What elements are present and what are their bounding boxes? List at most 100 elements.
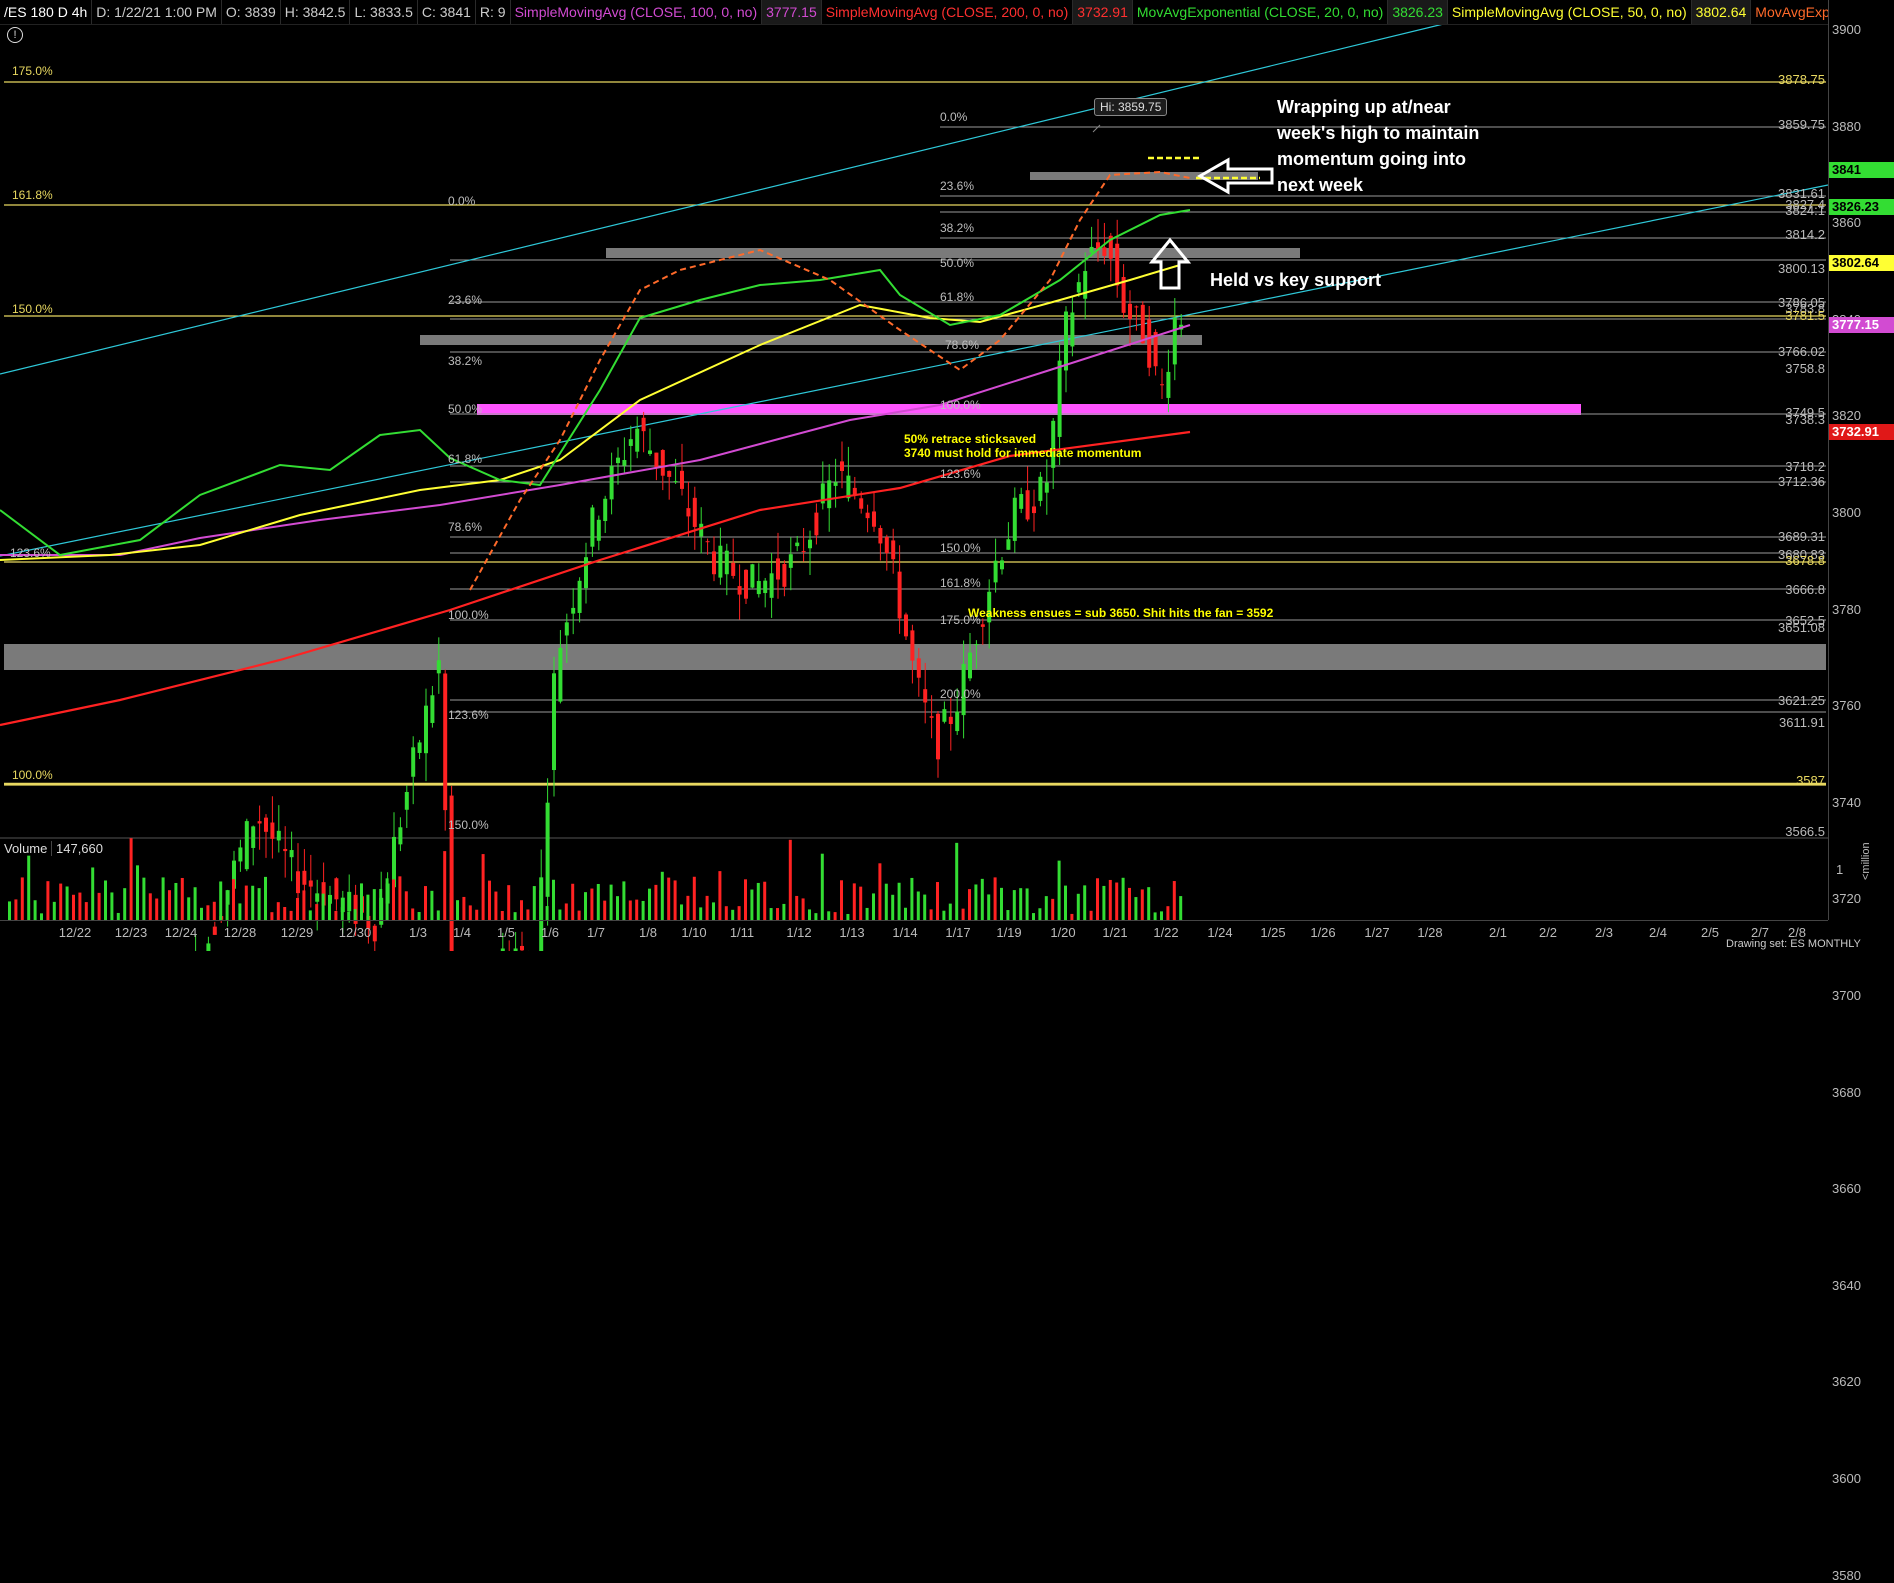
- study-sma100-label[interactable]: SimpleMovingAvg (CLOSE, 100, 0, no): [511, 0, 763, 24]
- candle-body: [782, 564, 787, 587]
- fib-left-label: 161.8%: [12, 188, 53, 202]
- candle-body: [840, 461, 844, 471]
- candle-body: [750, 564, 755, 588]
- study-sma50-value: 3802.64: [1691, 0, 1752, 24]
- volume-bar: [1153, 912, 1157, 920]
- volume-bar: [788, 839, 792, 920]
- bar-open: O: 3839: [222, 0, 281, 24]
- candle-body: [724, 550, 729, 575]
- candle-body: [648, 450, 652, 454]
- volume-bar: [347, 911, 351, 920]
- candle-body: [1172, 317, 1177, 365]
- candle-body: [904, 614, 908, 637]
- candle-body: [590, 507, 595, 547]
- sr-zone-3770: [420, 335, 1202, 345]
- time-tick-label: 1/24: [1207, 925, 1233, 940]
- ema8-line: [469, 170, 1191, 591]
- volume-bar: [782, 903, 786, 920]
- candle-body: [1134, 306, 1139, 308]
- candle-body: [289, 850, 294, 858]
- study-sma200-value: 3732.91: [1073, 0, 1133, 24]
- price-tag-sma50: 3802.64: [1829, 255, 1894, 271]
- price-axis[interactable]: [1828, 0, 1894, 920]
- volume-bar: [436, 910, 440, 920]
- volume-bar: [430, 890, 434, 920]
- volume-bar: [1096, 878, 1099, 920]
- annotation-wrap-line-2: week's high to maintain: [1277, 123, 1480, 143]
- volume-bar: [590, 888, 594, 920]
- volume-bar: [865, 907, 869, 920]
- volume-bar: [289, 910, 293, 920]
- symbol-label[interactable]: /ES 180 D 4h: [0, 0, 93, 24]
- volume-bar: [692, 876, 696, 920]
- volume-bar: [321, 893, 325, 920]
- candle-body: [244, 821, 249, 870]
- candle-body: [897, 571, 902, 619]
- candle-body: [923, 689, 928, 703]
- volume-bar: [1108, 879, 1112, 920]
- fib-mid-label: 150.0%: [448, 818, 489, 832]
- volume-bar: [385, 878, 389, 920]
- candle-body: [622, 460, 627, 466]
- candle-body: [878, 528, 883, 544]
- candle-body: [443, 673, 448, 811]
- volume-bar: [456, 900, 459, 920]
- volume-bar: [129, 838, 133, 920]
- candle-body: [769, 573, 774, 598]
- level-price-label: 3814.2: [1785, 227, 1825, 242]
- candle-body: [1044, 482, 1049, 493]
- price-tick-label: 3760: [1832, 698, 1861, 714]
- study-ema20-label[interactable]: MovAvgExponential (CLOSE, 20, 0, no): [1133, 0, 1389, 24]
- fib-mid-label: 0.0%: [448, 194, 476, 208]
- volume-bar: [820, 853, 824, 920]
- volume-bar: [673, 880, 677, 920]
- fib-right-label: 38.2%: [940, 221, 975, 235]
- study-ema8-label[interactable]: MovAvgExponential (CLOSE, 8, 0, no): [1751, 0, 1828, 24]
- volume-bar: [1140, 889, 1144, 920]
- level-price-label: 3651.08: [1778, 620, 1825, 635]
- volume-bar: [264, 876, 267, 920]
- volume-bar: [366, 894, 370, 920]
- annotation-wrap-line-3: momentum going into: [1277, 149, 1466, 169]
- volume-bar: [20, 877, 24, 920]
- candle-body: [1166, 371, 1171, 398]
- bar-close: C: 3841: [418, 0, 476, 24]
- candle-body: [916, 658, 921, 678]
- volume-bar: [705, 895, 709, 920]
- study-sma200-label[interactable]: SimpleMovingAvg (CLOSE, 200, 0, no): [822, 0, 1074, 24]
- annotation-wrap-line-4: next week: [1277, 175, 1364, 195]
- annotation-retrace-line-1: 50% retrace sticksaved: [904, 432, 1037, 446]
- candle-body: [603, 498, 608, 522]
- level-price-label: 3824.1: [1785, 203, 1825, 218]
- chart-window[interactable]: /ES 180 D 4h D: 1/22/21 1:00 PM O: 3839 …: [0, 0, 1894, 1583]
- time-tick-label: 1/17: [945, 925, 971, 940]
- level-price-label: 3859.75: [1778, 117, 1825, 132]
- volume-bar: [65, 886, 69, 920]
- price-tick-label: 3880: [1832, 118, 1861, 134]
- candle-body: [398, 827, 403, 845]
- candle-body: [596, 519, 601, 541]
- level-price-label: 3766.02: [1778, 344, 1825, 359]
- fib-right-label: 200.0%: [940, 687, 981, 701]
- volume-bar: [500, 910, 504, 920]
- volume-bar: [539, 890, 543, 920]
- volume-bar: [148, 893, 152, 920]
- price-tick-label: 3720: [1832, 891, 1861, 907]
- time-tick-label: 1/13: [839, 925, 865, 940]
- volume-bar: [46, 881, 50, 920]
- volume-bar: [1076, 893, 1080, 920]
- alert-icon[interactable]: !: [7, 27, 23, 43]
- candle-body: [552, 673, 556, 771]
- channel-lower: [0, 184, 1829, 557]
- study-sma50-label[interactable]: SimpleMovingAvg (CLOSE, 50, 0, no): [1448, 0, 1692, 24]
- volume-bar: [609, 884, 613, 920]
- high-label-connector: [1092, 124, 1101, 133]
- volume-bar: [142, 877, 146, 920]
- candle-body: [948, 716, 953, 725]
- up-arrow-icon: [1148, 237, 1192, 290]
- price-tick-label: 3680: [1832, 1084, 1861, 1100]
- candle-body: [891, 540, 896, 560]
- volume-bar: [852, 883, 856, 920]
- bar-range: R: 9: [476, 0, 511, 24]
- volume-bar: [641, 900, 645, 920]
